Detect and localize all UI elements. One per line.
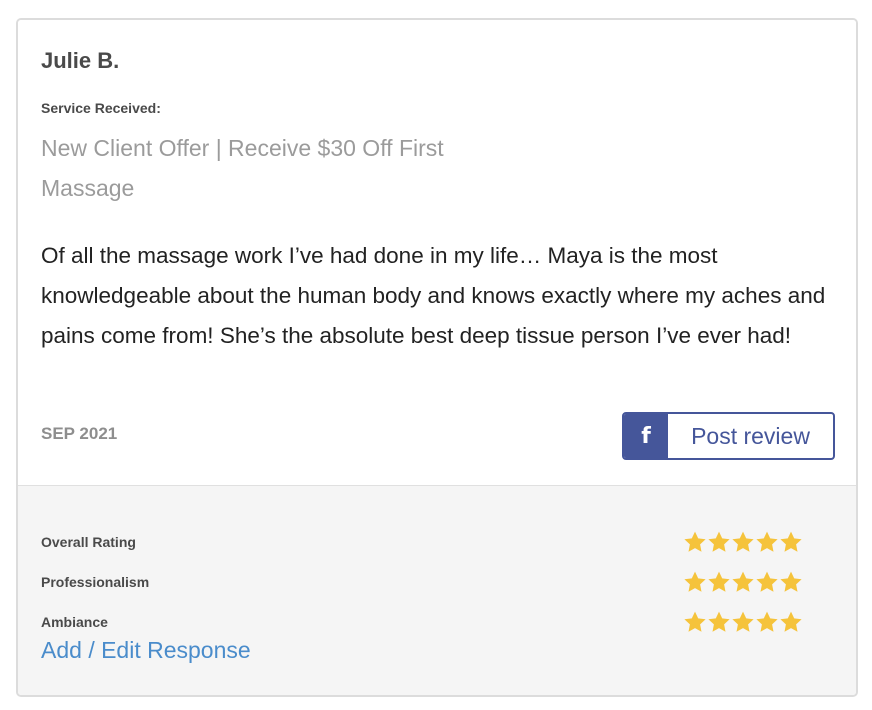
rating-row-professionalism: Professionalism (41, 570, 811, 598)
star-icon (755, 530, 779, 554)
review-text: Of all the massage work I’ve had done in… (41, 243, 826, 348)
star-icon (779, 570, 803, 594)
rating-row-ambiance: Ambiance (41, 610, 811, 638)
review-main-section: Julie B. Service Received: New Client Of… (18, 20, 856, 485)
star-icon (707, 530, 731, 554)
service-name: New Client Offer | Receive $30 Off First… (41, 135, 444, 201)
star-icon (731, 570, 755, 594)
star-icon (731, 530, 755, 554)
reviewer-name: Julie B. (41, 48, 120, 73)
star-icon (755, 570, 779, 594)
post-review-label: Post review (691, 422, 810, 449)
star-icon (707, 570, 731, 594)
star-rating (683, 570, 803, 598)
add-edit-response-link[interactable]: Add / Edit Response (41, 637, 251, 664)
star-icon (755, 610, 779, 634)
post-review-facebook-button[interactable]: f Post review (622, 412, 835, 460)
star-icon (683, 610, 707, 634)
service-received-label: Service Received: (41, 100, 161, 116)
rating-label: Overall Rating (41, 534, 136, 550)
star-icon (707, 610, 731, 634)
rating-label: Professionalism (41, 574, 150, 590)
review-date: SEP 2021 (41, 424, 118, 443)
star-icon (731, 610, 755, 634)
star-icon (683, 570, 707, 594)
star-rating (683, 610, 803, 638)
star-icon (683, 530, 707, 554)
facebook-icon-box: f (624, 414, 668, 458)
star-rating (683, 530, 803, 558)
rating-row-overall: Overall Rating (41, 530, 811, 558)
ratings-section: Overall Rating Professionalism Ambiance … (18, 485, 856, 695)
star-icon (779, 610, 803, 634)
rating-label: Ambiance (41, 614, 108, 630)
review-card: Julie B. Service Received: New Client Of… (16, 18, 858, 697)
star-icon (779, 530, 803, 554)
facebook-icon: f (641, 423, 651, 449)
